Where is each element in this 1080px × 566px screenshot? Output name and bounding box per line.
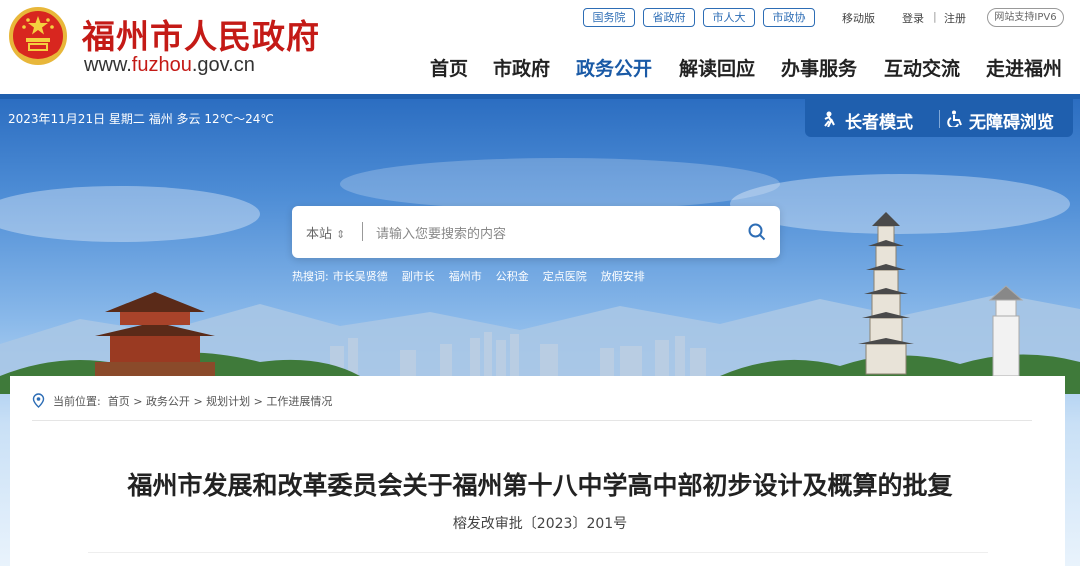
- search-divider: [362, 222, 363, 241]
- search-input[interactable]: 请输入您要搜索的内容: [376, 223, 506, 242]
- wheelchair-icon: [947, 110, 962, 127]
- elder-icon: [824, 111, 835, 127]
- accessibility-toolbar: 长者模式 无障碍浏览: [805, 99, 1073, 137]
- search-box: 本站 ⇕ 请输入您要搜索的内容: [292, 206, 780, 258]
- hot-term[interactable]: 副市长: [402, 270, 435, 283]
- search-scope-label: 本站: [306, 227, 333, 242]
- nav-interaction[interactable]: 互动交流: [884, 54, 960, 81]
- breadcrumb-separator: >: [253, 395, 263, 408]
- breadcrumb-progress[interactable]: 工作进展情况: [266, 395, 332, 408]
- nav-services[interactable]: 办事服务: [781, 54, 857, 81]
- hot-term[interactable]: 定点医院: [543, 270, 587, 283]
- link-cppcc[interactable]: 市政协: [763, 8, 815, 27]
- elder-mode-button[interactable]: 长者模式: [845, 108, 913, 133]
- util-separator: |: [933, 10, 937, 23]
- mobile-version-link[interactable]: 移动版: [842, 10, 875, 26]
- date-weather: 2023年11月21日 星期二 福州 多云 12℃～24℃: [8, 112, 274, 126]
- nav-interpretation[interactable]: 解读回应: [679, 54, 755, 81]
- breadcrumb-gov-affairs[interactable]: 政务公开: [146, 395, 190, 408]
- site-header: 福州市人民政府 www.fuzhou.gov.cn 国务院 省政府 市人大 市政…: [0, 0, 1080, 96]
- nav-home[interactable]: 首页: [430, 54, 468, 81]
- breadcrumb-separator: >: [193, 395, 203, 408]
- url-suffix: .gov.cn: [191, 54, 255, 76]
- title-divider: [88, 552, 988, 553]
- breadcrumb-divider: [32, 420, 1032, 421]
- search-icon[interactable]: [748, 223, 766, 241]
- ipv6-badge: 网站支持IPV6: [987, 8, 1064, 27]
- site-title[interactable]: 福州市人民政府: [82, 10, 320, 58]
- breadcrumb-label: 当前位置:: [53, 395, 101, 408]
- breadcrumb-plans[interactable]: 规划计划: [206, 395, 250, 408]
- document-title: 福州市发展和改革委员会关于福州第十八中学高中部初步设计及概算的批复: [127, 471, 953, 500]
- site-url[interactable]: www.fuzhou.gov.cn: [84, 54, 255, 77]
- hot-search-terms: 热搜词: 市长吴贤德 副市长 福州市 公积金 定点医院 放假安排: [292, 268, 659, 284]
- link-municipal-congress[interactable]: 市人大: [703, 8, 755, 27]
- nav-about-fuzhou[interactable]: 走进福州: [986, 54, 1062, 81]
- pavilion-illustration: [95, 292, 215, 376]
- scope-arrow-icon: ⇕: [336, 228, 346, 241]
- login-link[interactable]: 登录: [902, 10, 924, 26]
- url-domain: fuzhou: [131, 54, 192, 76]
- search-scope-select[interactable]: 本站 ⇕: [306, 223, 345, 242]
- breadcrumb-separator: >: [133, 395, 143, 408]
- breadcrumb: 当前位置: 首页 > 政务公开 > 规划计划 > 工作进展情况: [32, 393, 332, 409]
- link-state-council[interactable]: 国务院: [583, 8, 635, 27]
- register-link[interactable]: 注册: [944, 10, 966, 26]
- toolbar-divider: [939, 110, 940, 128]
- nav-gov-affairs[interactable]: 政务公开: [576, 54, 652, 81]
- hot-term[interactable]: 福州市: [449, 270, 482, 283]
- hot-term[interactable]: 市长吴贤德: [333, 270, 388, 283]
- breadcrumb-home[interactable]: 首页: [108, 395, 130, 408]
- document-number: 榕发改审批〔2023〕201号: [452, 516, 628, 532]
- hot-term[interactable]: 放假安排: [601, 270, 645, 283]
- nav-government[interactable]: 市政府: [493, 54, 550, 81]
- hot-term[interactable]: 公积金: [496, 270, 529, 283]
- hot-search-label: 热搜词:: [292, 270, 329, 283]
- url-prefix: www.: [84, 54, 132, 76]
- national-emblem-icon: [9, 7, 67, 65]
- accessible-browse-button[interactable]: 无障碍浏览: [969, 108, 1054, 133]
- location-pin-icon: [32, 393, 45, 408]
- link-provincial-government[interactable]: 省政府: [643, 8, 695, 27]
